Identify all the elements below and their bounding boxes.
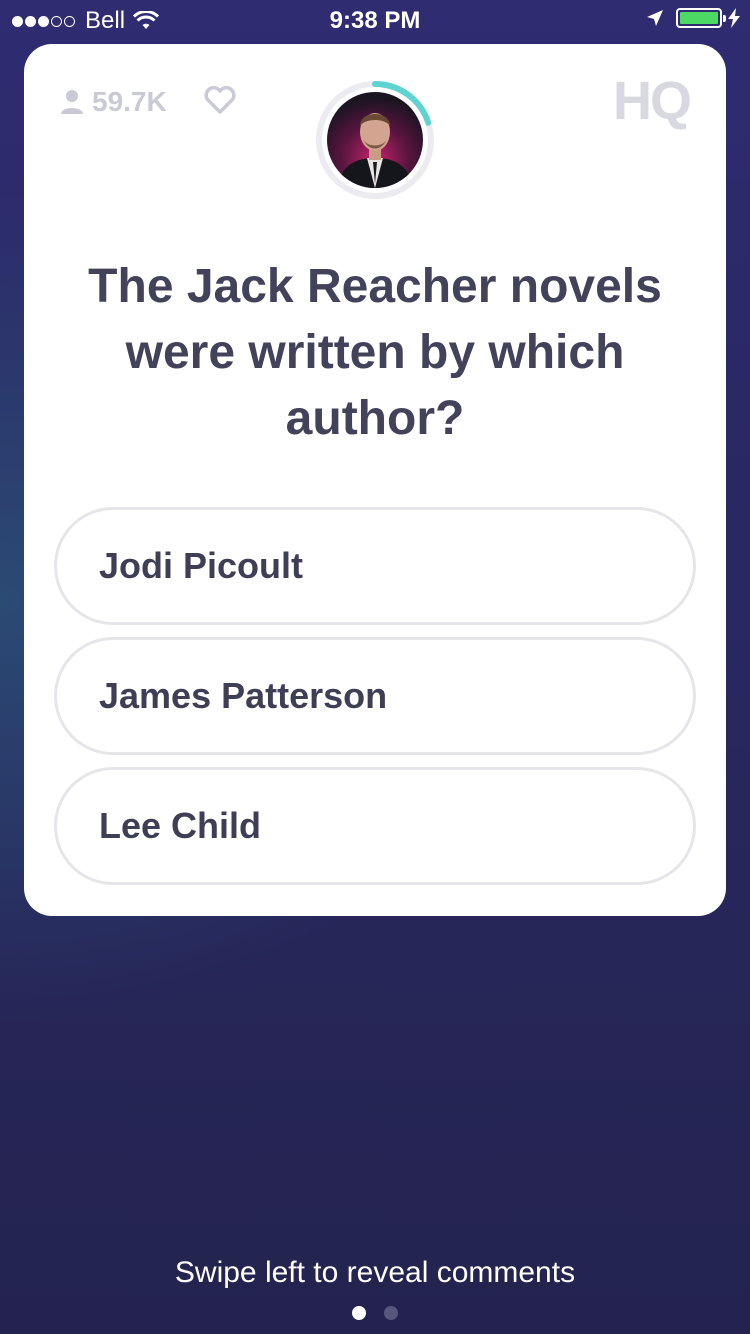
bolt-icon	[728, 8, 740, 28]
battery-icon	[676, 8, 726, 28]
person-icon	[61, 90, 83, 114]
answer-label: Jodi Picoult	[99, 545, 304, 586]
question-card: 59.7K HQ The Jack Reacher novels were wr…	[24, 44, 726, 916]
page-dot-1[interactable]	[352, 1306, 366, 1320]
location-arrow-icon	[647, 10, 663, 26]
page-indicator[interactable]	[0, 1306, 750, 1320]
like-button[interactable]	[204, 85, 236, 118]
battery-level	[680, 12, 718, 24]
status-right	[646, 8, 740, 28]
host-avatar	[315, 80, 435, 200]
heart-icon	[204, 85, 236, 114]
answer-option-3[interactable]: Lee Child	[54, 767, 696, 885]
answer-label: James Patterson	[99, 675, 388, 716]
hq-logo: HQ	[613, 71, 692, 131]
status-bar: Bell 9:38 PM	[0, 0, 750, 40]
host-portrait	[337, 113, 413, 188]
answer-label: Lee Child	[99, 805, 262, 846]
host-photo	[327, 92, 423, 188]
answer-option-1[interactable]: Jodi Picoult	[54, 507, 696, 625]
answer-option-2[interactable]: James Patterson	[54, 637, 696, 755]
question-text: The Jack Reacher novels were written by …	[88, 260, 662, 445]
viewer-count-label: 59.7K	[92, 86, 167, 117]
page-dot-2[interactable]	[384, 1306, 398, 1320]
swipe-hint: Swipe left to reveal comments	[174, 1256, 576, 1289]
viewer-count: 59.7K	[60, 86, 167, 118]
status-time: 9:38 PM	[329, 7, 421, 34]
